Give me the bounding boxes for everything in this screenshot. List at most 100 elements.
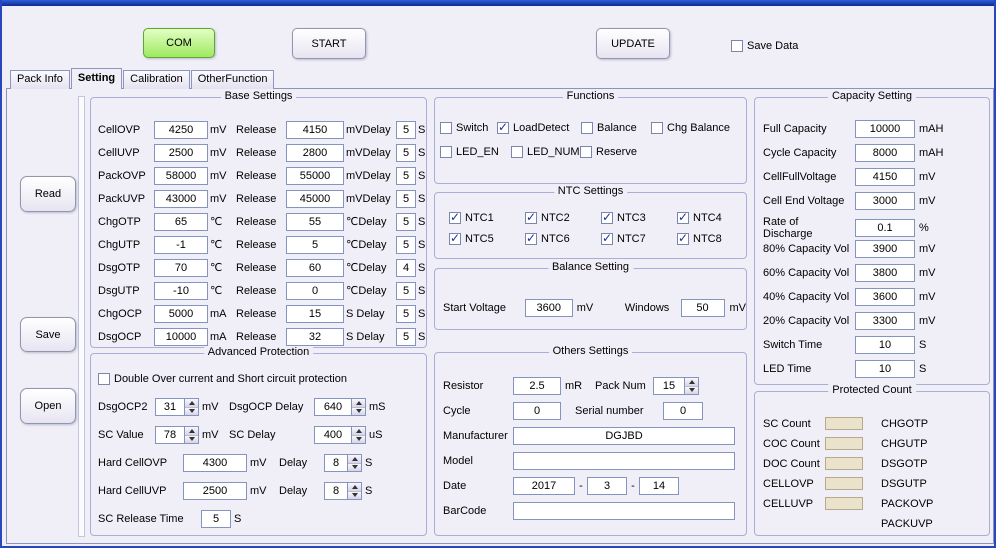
spinner-arrows-icon[interactable]: [347, 483, 361, 499]
full-capacity-input[interactable]: [855, 120, 915, 138]
spinner-arrows-icon[interactable]: [184, 427, 198, 443]
save-data-checkbox[interactable]: Save Data: [731, 40, 798, 52]
spinner-arrows-icon[interactable]: [347, 455, 361, 471]
tab-calibration[interactable]: Calibration: [123, 70, 190, 89]
packuvp-value-input[interactable]: [154, 190, 208, 208]
chgotp-release-input[interactable]: [286, 213, 344, 231]
spinner-arrows-icon[interactable]: [351, 427, 365, 443]
packuvp-delay-input[interactable]: [396, 190, 416, 208]
double-protection-checkbox[interactable]: Double Over current and Short circuit pr…: [98, 370, 426, 388]
capacity-60-input[interactable]: [855, 264, 915, 282]
save-button[interactable]: Save: [20, 317, 76, 352]
date-day-input[interactable]: [639, 477, 679, 495]
spinner-arrows-icon[interactable]: [684, 378, 698, 394]
tab-pack-info[interactable]: Pack Info: [10, 70, 70, 89]
dsgutp-release-input[interactable]: [286, 282, 344, 300]
capacity-40-input[interactable]: [855, 288, 915, 306]
dsgocp2-input[interactable]: [156, 399, 184, 415]
chgutp-delay-input[interactable]: [396, 236, 416, 254]
loaddetect-checkbox[interactable]: LoadDetect: [497, 122, 581, 134]
dsgutp-delay-input[interactable]: [396, 282, 416, 300]
cell-end-voltage-input[interactable]: [855, 192, 915, 210]
packuvp-release-input[interactable]: [286, 190, 344, 208]
hard-celluvp-delay-input[interactable]: [325, 483, 347, 499]
ntc1-checkbox[interactable]: NTC1: [449, 212, 525, 224]
chgotp-delay-input[interactable]: [396, 213, 416, 231]
sc-value-input[interactable]: [156, 427, 184, 443]
ntc6-checkbox[interactable]: NTC6: [525, 233, 601, 245]
chgutp-release-input[interactable]: [286, 236, 344, 254]
packovp-release-input[interactable]: [286, 167, 344, 185]
manufacturer-input[interactable]: [513, 427, 735, 445]
barcode-input[interactable]: [513, 502, 735, 520]
chgocp-release-input[interactable]: [286, 305, 344, 323]
dsgotp-release-input[interactable]: [286, 259, 344, 277]
dsgocp-delay-input[interactable]: [396, 328, 416, 346]
celluvp-delay-input[interactable]: [396, 144, 416, 162]
ntc3-checkbox[interactable]: NTC3: [601, 212, 677, 224]
model-input[interactable]: [513, 452, 735, 470]
chgocp-delay-input[interactable]: [396, 305, 416, 323]
dsgocp-delay-spinner[interactable]: [314, 398, 366, 416]
hard-celluvp-delay-spinner[interactable]: [324, 482, 362, 500]
ntc2-checkbox[interactable]: NTC2: [525, 212, 601, 224]
led-num-checkbox[interactable]: LED_NUM: [511, 146, 580, 158]
sc-delay-input[interactable]: [315, 427, 351, 443]
resistor-input[interactable]: [513, 377, 561, 395]
hard-cellovp-delay-input[interactable]: [325, 455, 347, 471]
chgotp-value-input[interactable]: [154, 213, 208, 231]
celluvp-value-input[interactable]: [154, 144, 208, 162]
sc-delay-spinner[interactable]: [314, 426, 366, 444]
ntc4-checkbox[interactable]: NTC4: [677, 212, 746, 224]
pack-num-input[interactable]: [654, 378, 684, 394]
ntc8-checkbox[interactable]: NTC8: [677, 233, 746, 245]
start-button[interactable]: START: [292, 28, 366, 59]
dsgocp-delay-input[interactable]: [315, 399, 351, 415]
chg-balance-checkbox[interactable]: Chg Balance: [651, 122, 746, 134]
ntc5-checkbox[interactable]: NTC5: [449, 233, 525, 245]
dsgotp-value-input[interactable]: [154, 259, 208, 277]
serial-number-input[interactable]: [663, 402, 703, 420]
com-button[interactable]: COM: [143, 28, 215, 58]
switch-checkbox[interactable]: Switch: [440, 122, 497, 134]
read-button[interactable]: Read: [20, 176, 76, 212]
cellovp-delay-input[interactable]: [396, 121, 416, 139]
led-time-input[interactable]: [855, 360, 915, 378]
chgocp-value-input[interactable]: [154, 305, 208, 323]
switch-time-input[interactable]: [855, 336, 915, 354]
tab-otherfunction[interactable]: OtherFunction: [191, 70, 275, 89]
packovp-value-input[interactable]: [154, 167, 208, 185]
cell-full-voltage-input[interactable]: [855, 168, 915, 186]
dsgutp-value-input[interactable]: [154, 282, 208, 300]
pack-num-spinner[interactable]: [653, 377, 699, 395]
cellovp-release-input[interactable]: [286, 121, 344, 139]
tab-setting[interactable]: Setting: [71, 68, 122, 89]
rate-of-discharge-input[interactable]: [855, 219, 915, 237]
hard-cellovp-input[interactable]: [183, 454, 247, 472]
reserve-checkbox[interactable]: Reserve: [580, 146, 746, 158]
date-year-input[interactable]: [513, 477, 575, 495]
balance-checkbox[interactable]: Balance: [581, 122, 651, 134]
ntc7-checkbox[interactable]: NTC7: [601, 233, 677, 245]
led-en-checkbox[interactable]: LED_EN: [440, 146, 511, 158]
dsgocp-release-input[interactable]: [286, 328, 344, 346]
cycle-input[interactable]: [513, 402, 561, 420]
sc-release-time-input[interactable]: [201, 510, 231, 528]
cycle-capacity-input[interactable]: [855, 144, 915, 162]
spinner-arrows-icon[interactable]: [351, 399, 365, 415]
spinner-arrows-icon[interactable]: [184, 399, 198, 415]
dsgotp-delay-input[interactable]: [396, 259, 416, 277]
start-voltage-input[interactable]: [525, 299, 573, 317]
open-button[interactable]: Open: [20, 388, 76, 424]
update-button[interactable]: UPDATE: [596, 28, 670, 59]
date-month-input[interactable]: [587, 477, 627, 495]
celluvp-release-input[interactable]: [286, 144, 344, 162]
packovp-delay-input[interactable]: [396, 167, 416, 185]
capacity-80-input[interactable]: [855, 240, 915, 258]
dsgocp-value-input[interactable]: [154, 328, 208, 346]
windows-input[interactable]: [681, 299, 725, 317]
hard-celluvp-input[interactable]: [183, 482, 247, 500]
hard-cellovp-delay-spinner[interactable]: [324, 454, 362, 472]
cellovp-value-input[interactable]: [154, 121, 208, 139]
dsgocp2-spinner[interactable]: [155, 398, 199, 416]
